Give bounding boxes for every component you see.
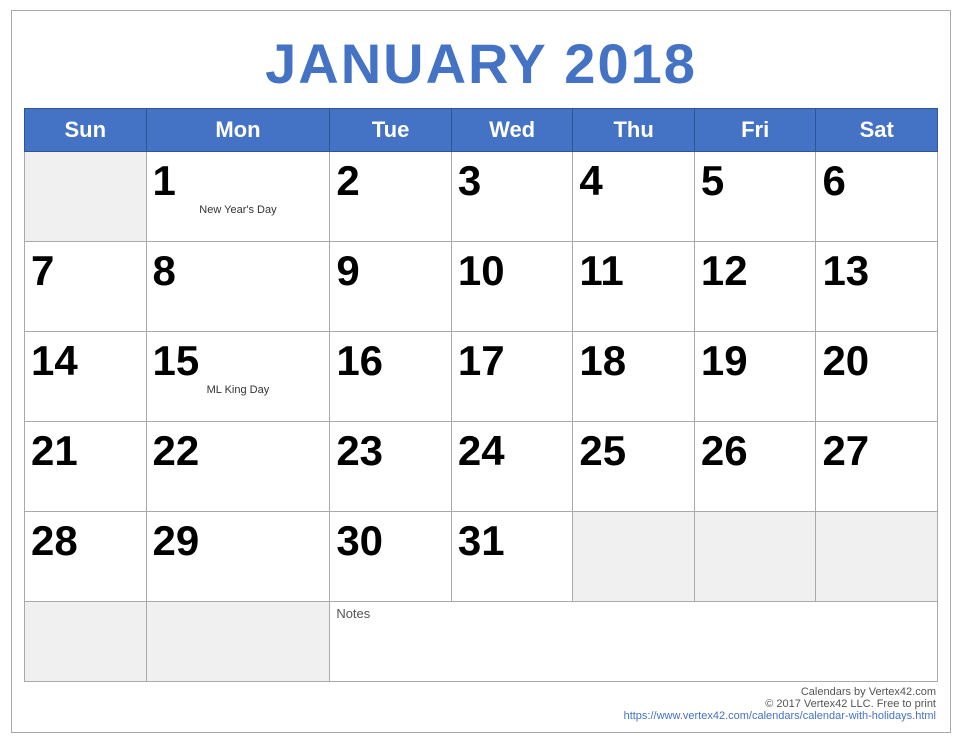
day-number: 24	[458, 426, 567, 472]
day-cell: 25	[573, 422, 695, 512]
day-cell: 30	[330, 512, 452, 602]
footer-line2: © 2017 Vertex42 LLC. Free to print	[765, 698, 936, 710]
header-day-thu: Thu	[573, 109, 695, 152]
day-number: 4	[579, 156, 688, 202]
day-number: 23	[336, 426, 445, 472]
day-cell: 27	[816, 422, 938, 512]
day-cell: 16	[330, 332, 452, 422]
day-number: 21	[31, 426, 140, 472]
day-number: 15	[153, 336, 324, 382]
week-row-0: 1 New Year's Day 23456	[25, 152, 938, 242]
day-number: 25	[579, 426, 688, 472]
day-cell: 3	[451, 152, 573, 242]
week-row-3: 21 22 23 24 25 26 27	[25, 422, 938, 512]
day-number: 8	[153, 246, 324, 292]
header-row: SunMonTueWedThuFriSat	[25, 109, 938, 152]
day-number: 5	[701, 156, 810, 202]
header-day-sun: Sun	[25, 109, 147, 152]
day-cell: 18	[573, 332, 695, 422]
holiday-label: ML King Day	[153, 384, 324, 396]
day-number: 22	[153, 426, 324, 472]
day-cell: 14	[25, 332, 147, 422]
day-number: 20	[822, 336, 931, 382]
footer-line3: https://www.vertex42.com/calendars/calen…	[624, 710, 936, 722]
day-number: 7	[31, 246, 140, 292]
day-number: 27	[822, 426, 931, 472]
day-cell	[25, 152, 147, 242]
day-number: 18	[579, 336, 688, 382]
notes-empty-cell	[25, 602, 147, 682]
day-cell: 17	[451, 332, 573, 422]
day-number: 10	[458, 246, 567, 292]
header-day-sat: Sat	[816, 109, 938, 152]
day-cell: 5	[694, 152, 816, 242]
header-day-tue: Tue	[330, 109, 452, 152]
day-number: 12	[701, 246, 810, 292]
day-cell: 29	[146, 512, 330, 602]
day-cell: 15 ML King Day	[146, 332, 330, 422]
day-number: 28	[31, 516, 140, 562]
holiday-label: New Year's Day	[153, 204, 324, 216]
day-cell: 26	[694, 422, 816, 512]
header-day-wed: Wed	[451, 109, 573, 152]
day-cell: 4	[573, 152, 695, 242]
day-cell: 24	[451, 422, 573, 512]
day-cell: 7	[25, 242, 147, 332]
day-cell	[573, 512, 695, 602]
day-cell	[694, 512, 816, 602]
day-number: 19	[701, 336, 810, 382]
footer-line1: Calendars by Vertex42.com	[801, 686, 936, 698]
day-cell: 22	[146, 422, 330, 512]
calendar-title: JANUARY 2018	[24, 21, 938, 108]
day-number: 14	[31, 336, 140, 382]
day-number: 26	[701, 426, 810, 472]
day-cell: 28	[25, 512, 147, 602]
day-cell: 31	[451, 512, 573, 602]
day-cell: 10	[451, 242, 573, 332]
notes-row: Notes	[25, 602, 938, 682]
day-number: 9	[336, 246, 445, 292]
week-row-4: 28 29 30 31	[25, 512, 938, 602]
day-cell: 8	[146, 242, 330, 332]
day-cell: 1 New Year's Day	[146, 152, 330, 242]
calendar-container: JANUARY 2018 SunMonTueWedThuFriSat 1 New …	[11, 10, 951, 733]
day-number: 30	[336, 516, 445, 562]
day-cell: 11	[573, 242, 695, 332]
day-cell: 21	[25, 422, 147, 512]
day-number: 1	[153, 156, 324, 202]
day-cell: 23	[330, 422, 452, 512]
day-cell: 9	[330, 242, 452, 332]
day-number: 17	[458, 336, 567, 382]
notes-cell: Notes	[330, 602, 938, 682]
calendar-footer: Calendars by Vertex42.com © 2017 Vertex4…	[24, 682, 938, 722]
day-number: 16	[336, 336, 445, 382]
day-cell: 13	[816, 242, 938, 332]
header-day-fri: Fri	[694, 109, 816, 152]
day-cell: 12	[694, 242, 816, 332]
day-number: 6	[822, 156, 931, 202]
day-number: 2	[336, 156, 445, 202]
day-cell: 2	[330, 152, 452, 242]
day-number: 29	[153, 516, 324, 562]
day-cell	[816, 512, 938, 602]
day-number: 13	[822, 246, 931, 292]
week-row-2: 14 15 ML King Day 16 17 18 19 20	[25, 332, 938, 422]
day-cell: 20	[816, 332, 938, 422]
day-number: 11	[579, 246, 688, 292]
week-row-1: 789 10 11 12 13	[25, 242, 938, 332]
calendar-table: SunMonTueWedThuFriSat 1New Year's Day234…	[24, 108, 938, 682]
day-cell: 6	[816, 152, 938, 242]
day-number: 3	[458, 156, 567, 202]
day-number: 31	[458, 516, 567, 562]
day-cell: 19	[694, 332, 816, 422]
notes-empty-cell	[146, 602, 330, 682]
header-day-mon: Mon	[146, 109, 330, 152]
